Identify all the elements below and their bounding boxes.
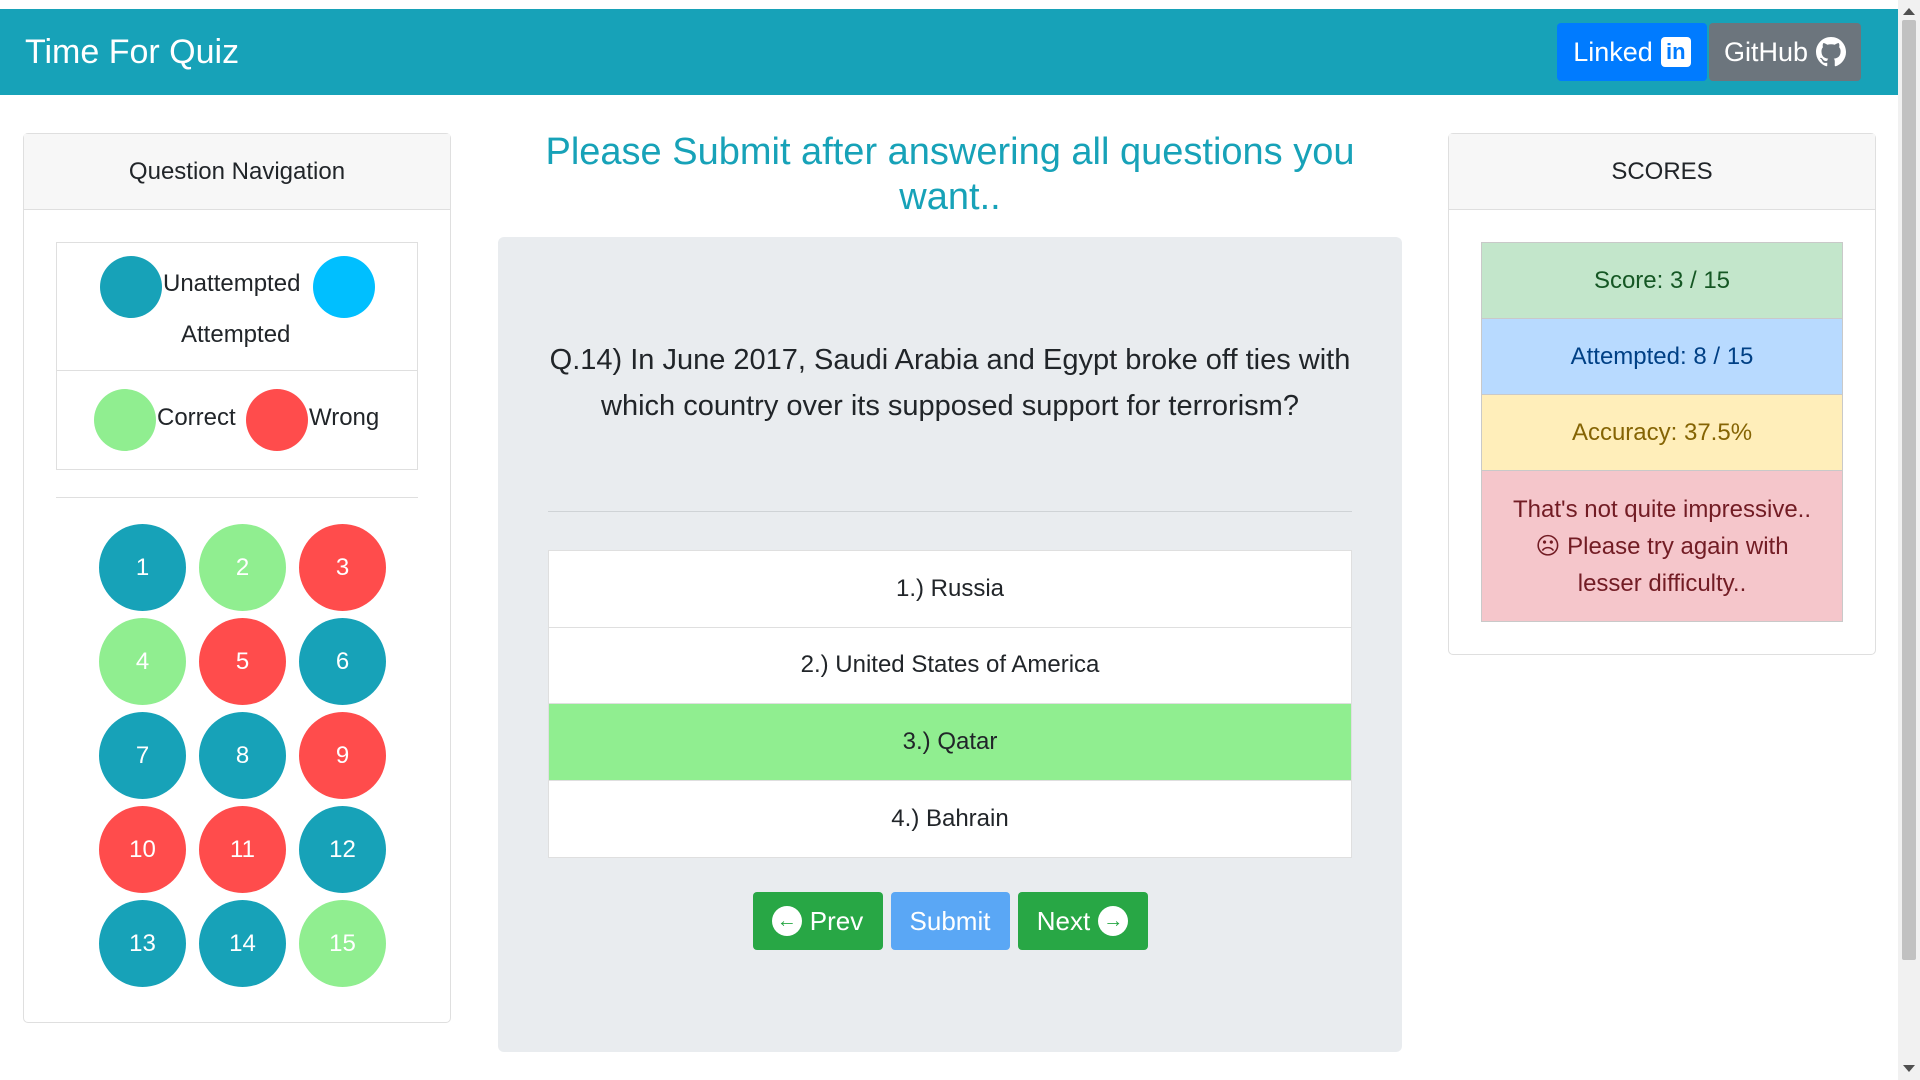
accuracy-value: Accuracy: 37.5% <box>1482 395 1842 471</box>
question-number-button[interactable]: 9 <box>299 712 386 799</box>
prev-button[interactable]: ← Prev <box>752 892 883 950</box>
question-number-button[interactable]: 15 <box>299 900 386 987</box>
question-number-button[interactable]: 7 <box>99 712 186 799</box>
github-label: GitHub <box>1723 36 1809 67</box>
scroll-down-arrow-icon[interactable] <box>1903 1065 1915 1072</box>
question-number-grid: 1 2 3 4 5 6 7 8 9 10 11 12 13 14 15 <box>99 524 389 994</box>
answer-option[interactable]: 1.) Russia <box>549 551 1351 628</box>
question-number-button[interactable]: 5 <box>199 618 286 705</box>
github-button[interactable]: GitHub <box>1709 23 1861 81</box>
question-number-button[interactable]: 14 <box>199 900 286 987</box>
wrong-dot-icon <box>246 389 308 451</box>
linkedin-button[interactable]: Linked in <box>1557 23 1707 81</box>
question-number-button[interactable]: 1 <box>99 524 186 611</box>
arrow-right-icon: → <box>1098 906 1129 936</box>
question-panel: Q.14) In June 2017, Saudi Arabia and Egy… <box>498 237 1402 1052</box>
scroll-thumb[interactable] <box>1902 20 1916 960</box>
answer-option[interactable]: 4.) Bahrain <box>549 780 1351 857</box>
linkedin-icon: in <box>1660 37 1691 67</box>
question-number-button[interactable]: 2 <box>199 524 286 611</box>
status-legend: Unattempted Attempted Correct Wrong <box>56 242 418 470</box>
question-number-button[interactable]: 6 <box>299 618 386 705</box>
navigation-divider <box>56 497 418 498</box>
attempted-dot-icon <box>313 256 375 318</box>
linkedin-label: Linked <box>1573 36 1653 67</box>
score-value: Score: 3 / 15 <box>1482 243 1842 319</box>
scores-card: SCORES Score: 3 / 15 Attempted: 8 / 15 A… <box>1448 133 1876 655</box>
result-message: That's not quite impressive.. ☹ Please t… <box>1482 471 1842 621</box>
question-number-button[interactable]: 3 <box>299 524 386 611</box>
scores-header: SCORES <box>1449 134 1875 210</box>
answer-option[interactable]: 2.) United States of America <box>549 627 1351 704</box>
question-number-button[interactable]: 4 <box>99 618 186 705</box>
question-navigation-header: Question Navigation <box>24 134 450 210</box>
question-number-button[interactable]: 10 <box>99 806 186 893</box>
legend-row-result: Correct Wrong <box>57 371 417 471</box>
scroll-up-arrow-icon[interactable] <box>1903 8 1915 15</box>
legend-row-attempt: Unattempted Attempted <box>57 243 417 371</box>
question-navigation-card: Question Navigation Unattempted Attempte… <box>23 133 451 1023</box>
question-number-button[interactable]: 13 <box>99 900 186 987</box>
next-label: Next <box>1036 905 1091 936</box>
github-icon <box>1816 37 1847 67</box>
scores-list: Score: 3 / 15 Attempted: 8 / 15 Accuracy… <box>1481 242 1843 622</box>
answer-option[interactable]: 3.) Qatar <box>549 704 1351 781</box>
legend-unattempted-label: Unattempted <box>163 270 301 297</box>
page-scrollbar[interactable] <box>1898 0 1920 1080</box>
question-number-button[interactable]: 8 <box>199 712 286 799</box>
legend-wrong-label: Wrong <box>309 404 380 431</box>
arrow-left-icon: ← <box>771 906 802 936</box>
legend-attempted-label: Attempted <box>181 321 291 348</box>
submit-label: Submit <box>909 905 991 936</box>
correct-dot-icon <box>94 389 156 451</box>
submit-instruction-heading: Please Submit after answering all questi… <box>545 131 1355 218</box>
attempted-value: Attempted: 8 / 15 <box>1482 319 1842 395</box>
question-divider <box>548 511 1352 512</box>
question-actions: ← Prev Submit Next → <box>498 892 1402 950</box>
question-number-button[interactable]: 11 <box>199 806 286 893</box>
question-number-button[interactable]: 12 <box>299 806 386 893</box>
answer-options-list: 1.) Russia 2.) United States of America 3.… <box>548 550 1352 858</box>
next-button[interactable]: Next → <box>1017 892 1148 950</box>
submit-button[interactable]: Submit <box>890 892 1010 950</box>
app-brand[interactable]: Time For Quiz <box>25 9 239 95</box>
unattempted-dot-icon <box>100 256 162 318</box>
prev-label: Prev <box>809 905 864 936</box>
top-navbar: Time For Quiz Linked in GitHub <box>0 9 1898 95</box>
question-text: Q.14) In June 2017, Saudi Arabia and Egy… <box>549 344 1351 422</box>
legend-correct-label: Correct <box>157 404 236 431</box>
